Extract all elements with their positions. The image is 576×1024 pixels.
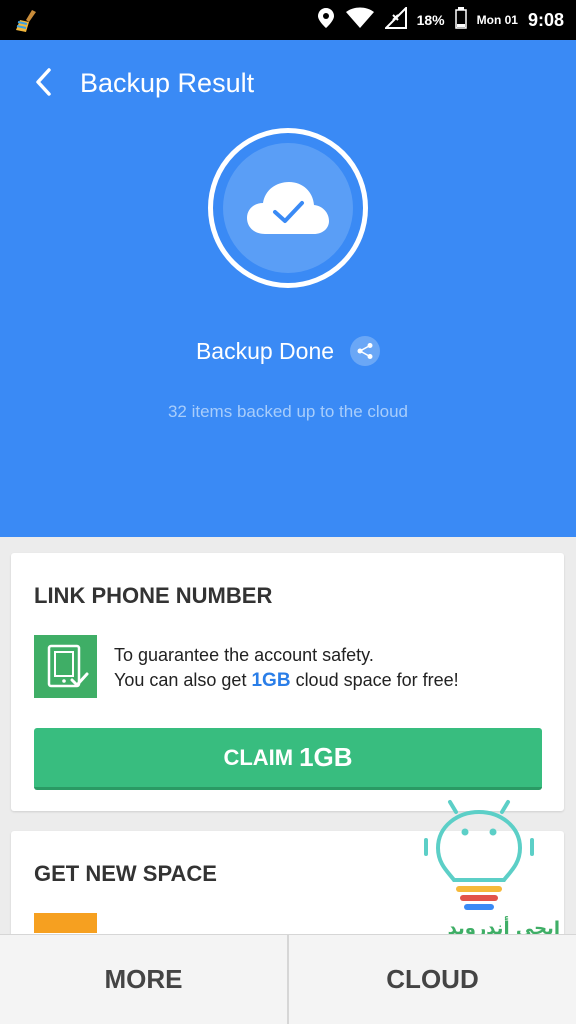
more-button[interactable]: MORE	[0, 935, 287, 1024]
no-signal-icon	[383, 5, 407, 34]
battery-icon	[454, 6, 467, 34]
desc-line-1: To guarantee the account safety.	[114, 645, 374, 665]
cleaner-broom-icon	[14, 8, 40, 39]
offer-badge	[34, 913, 97, 933]
cloud-button[interactable]: CLOUD	[287, 935, 576, 1024]
status-date: Mon 01	[476, 13, 518, 27]
backup-status-title: Backup Done	[195, 337, 335, 364]
backup-result-header: Backup Result Backup Done 32 items backe…	[0, 40, 576, 537]
claim-button-value: 1GB	[299, 742, 353, 772]
desc-line-2: You can also get 1GB cloud space for fre…	[114, 668, 459, 693]
location-pin-icon	[317, 7, 335, 34]
battery-level: 18%	[416, 12, 445, 28]
backup-status-subtitle: 32 items backed up to the cloud	[167, 402, 409, 421]
link-phone-title: LINK PHONE NUMBER	[34, 583, 273, 608]
wifi-icon	[345, 7, 375, 34]
get-new-space-title: GET NEW SPACE	[34, 861, 217, 886]
cloud-check-icon	[223, 143, 353, 273]
desc-prefix: You can also get	[114, 670, 247, 690]
share-button[interactable]	[350, 336, 381, 366]
claim-1gb-button[interactable]: CLAIM 1GB	[34, 728, 542, 790]
phone-verify-icon	[34, 635, 97, 698]
link-phone-card: LINK PHONE NUMBER To guarantee the accou…	[11, 553, 564, 811]
page-title: Backup Result	[80, 68, 255, 98]
claim-button-label: CLAIM	[223, 744, 294, 770]
desc-highlight: 1GB	[251, 670, 291, 691]
back-button[interactable]	[24, 62, 64, 102]
share-icon	[357, 343, 373, 359]
bottom-action-bar: MORE CLOUD	[0, 934, 576, 1024]
link-phone-description: To guarantee the account safety. You can…	[114, 643, 459, 693]
watermark-logo: إيجي أندرويد www.EgyAndroid.com	[400, 790, 565, 950]
status-bar: 18% Mon 01 9:08	[0, 0, 576, 40]
back-arrow-icon	[36, 68, 51, 96]
status-time: 9:08	[527, 9, 564, 30]
desc-suffix: cloud space for free!	[295, 670, 459, 690]
